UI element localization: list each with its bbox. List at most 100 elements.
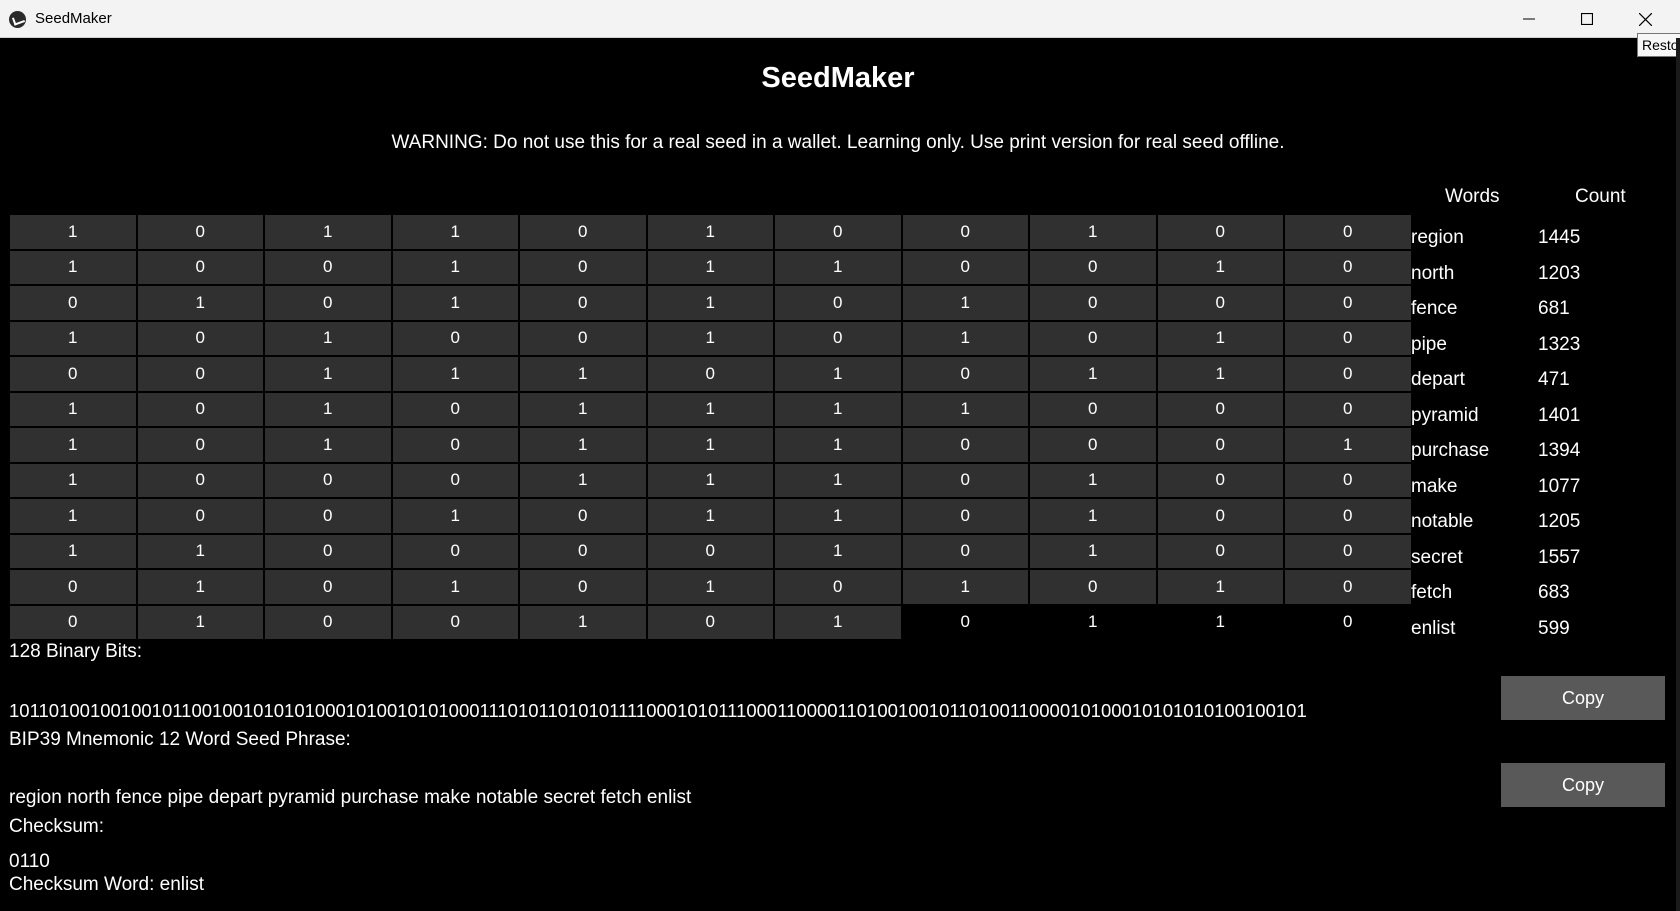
bit-toggle-button[interactable]: 0 xyxy=(902,428,1028,462)
bit-toggle-button[interactable]: 1 xyxy=(520,605,646,639)
bit-toggle-button[interactable]: 1 xyxy=(265,392,391,426)
bit-toggle-button[interactable]: 0 xyxy=(1030,392,1156,426)
bit-toggle-button[interactable]: 0 xyxy=(10,605,136,639)
bit-toggle-button[interactable]: 0 xyxy=(1285,286,1411,320)
bit-toggle-button[interactable]: 1 xyxy=(10,534,136,568)
bit-toggle-button[interactable]: 1 xyxy=(392,250,518,284)
bit-toggle-button[interactable]: 1 xyxy=(265,215,391,249)
bit-toggle-button[interactable]: 0 xyxy=(137,250,263,284)
bit-toggle-button[interactable]: 0 xyxy=(137,499,263,533)
bit-toggle-button[interactable]: 0 xyxy=(137,392,263,426)
bit-toggle-button[interactable]: 0 xyxy=(520,534,646,568)
bit-toggle-button[interactable]: 0 xyxy=(265,463,391,497)
bit-toggle-button[interactable]: 0 xyxy=(520,570,646,604)
bit-toggle-button[interactable]: 1 xyxy=(265,428,391,462)
bit-toggle-button[interactable]: 0 xyxy=(1285,357,1411,391)
bit-toggle-button[interactable]: 0 xyxy=(1285,321,1411,355)
bit-toggle-button[interactable]: 0 xyxy=(265,534,391,568)
bit-toggle-button[interactable]: 0 xyxy=(520,286,646,320)
bit-toggle-button[interactable]: 0 xyxy=(10,286,136,320)
bit-toggle-button[interactable]: 0 xyxy=(1285,570,1411,604)
bit-toggle-button[interactable]: 0 xyxy=(1157,428,1283,462)
bit-toggle-button[interactable]: 0 xyxy=(902,499,1028,533)
bit-toggle-button[interactable]: 0 xyxy=(775,215,901,249)
bit-toggle-button[interactable]: 1 xyxy=(392,499,518,533)
bit-toggle-button[interactable]: 1 xyxy=(775,534,901,568)
bit-toggle-button[interactable]: 1 xyxy=(1157,321,1283,355)
maximize-button[interactable] xyxy=(1558,0,1616,38)
bit-toggle-button[interactable]: 1 xyxy=(10,392,136,426)
bit-toggle-button[interactable]: 1 xyxy=(647,499,773,533)
minimize-button[interactable] xyxy=(1500,0,1558,38)
bit-toggle-button[interactable]: 0 xyxy=(1285,215,1411,249)
bit-toggle-button[interactable]: 0 xyxy=(775,286,901,320)
bit-toggle-button[interactable]: 1 xyxy=(775,250,901,284)
bit-toggle-button[interactable]: 1 xyxy=(520,463,646,497)
bit-toggle-button[interactable]: 0 xyxy=(1157,499,1283,533)
bit-toggle-button[interactable]: 1 xyxy=(137,534,263,568)
bit-toggle-button[interactable]: 1 xyxy=(1030,215,1156,249)
bit-toggle-button[interactable]: 0 xyxy=(265,499,391,533)
bit-toggle-button[interactable]: 1 xyxy=(265,321,391,355)
bit-toggle-button[interactable]: 1 xyxy=(10,463,136,497)
bit-toggle-button[interactable]: 0 xyxy=(265,570,391,604)
bit-toggle-button[interactable]: 0 xyxy=(520,499,646,533)
bit-toggle-button[interactable]: 1 xyxy=(775,357,901,391)
bit-toggle-button[interactable]: 0 xyxy=(1030,428,1156,462)
bit-toggle-button[interactable]: 0 xyxy=(520,250,646,284)
bit-toggle-button[interactable]: 0 xyxy=(265,286,391,320)
bit-toggle-button[interactable]: 1 xyxy=(647,286,773,320)
bit-toggle-button[interactable]: 1 xyxy=(392,357,518,391)
bit-toggle-button[interactable]: 1 xyxy=(647,321,773,355)
bit-toggle-button[interactable]: 0 xyxy=(137,428,263,462)
bit-toggle-button[interactable]: 0 xyxy=(137,463,263,497)
bit-toggle-button[interactable]: 0 xyxy=(392,605,518,639)
bit-toggle-button[interactable]: 0 xyxy=(902,463,1028,497)
copy-mnemonic-button[interactable]: Copy xyxy=(1501,763,1665,807)
bit-toggle-button[interactable]: 1 xyxy=(902,570,1028,604)
bit-toggle-button[interactable]: 1 xyxy=(520,428,646,462)
bit-toggle-button[interactable]: 0 xyxy=(392,321,518,355)
bit-toggle-button[interactable]: 1 xyxy=(775,392,901,426)
bit-toggle-button[interactable]: 0 xyxy=(775,570,901,604)
bit-toggle-button[interactable]: 0 xyxy=(902,215,1028,249)
bit-toggle-button[interactable]: 0 xyxy=(137,215,263,249)
bit-toggle-button[interactable]: 1 xyxy=(265,357,391,391)
bit-toggle-button[interactable]: 1 xyxy=(1030,357,1156,391)
bit-toggle-button[interactable]: 0 xyxy=(1157,534,1283,568)
bit-toggle-button[interactable]: 1 xyxy=(10,250,136,284)
bit-toggle-button[interactable]: 1 xyxy=(647,570,773,604)
bit-toggle-button[interactable]: 1 xyxy=(775,428,901,462)
bit-toggle-button[interactable]: 1 xyxy=(647,392,773,426)
bit-toggle-button[interactable]: 0 xyxy=(1285,463,1411,497)
bit-toggle-button[interactable]: 1 xyxy=(902,392,1028,426)
bit-toggle-button[interactable]: 0 xyxy=(392,463,518,497)
bit-toggle-button[interactable]: 1 xyxy=(392,570,518,604)
bit-toggle-button[interactable]: 1 xyxy=(647,428,773,462)
bit-toggle-button[interactable]: 0 xyxy=(1030,570,1156,604)
bit-toggle-button[interactable]: 0 xyxy=(1157,463,1283,497)
bit-toggle-button[interactable]: 1 xyxy=(1030,463,1156,497)
bit-toggle-button[interactable]: 0 xyxy=(1030,286,1156,320)
bit-toggle-button[interactable]: 0 xyxy=(902,250,1028,284)
bit-toggle-button[interactable]: 1 xyxy=(1030,499,1156,533)
bit-toggle-button[interactable]: 0 xyxy=(265,605,391,639)
bit-toggle-button[interactable]: 0 xyxy=(1157,286,1283,320)
bit-toggle-button[interactable]: 0 xyxy=(902,357,1028,391)
bit-toggle-button[interactable]: 1 xyxy=(775,499,901,533)
bit-toggle-button[interactable]: 1 xyxy=(1157,357,1283,391)
bit-toggle-button[interactable]: 1 xyxy=(902,286,1028,320)
bit-toggle-button[interactable]: 1 xyxy=(137,570,263,604)
bit-toggle-button[interactable]: 0 xyxy=(647,357,773,391)
bit-toggle-button[interactable]: 1 xyxy=(520,357,646,391)
bit-toggle-button[interactable]: 0 xyxy=(520,215,646,249)
bit-toggle-button[interactable]: 0 xyxy=(902,534,1028,568)
bit-toggle-button[interactable]: 0 xyxy=(1285,534,1411,568)
bit-toggle-button[interactable]: 1 xyxy=(647,250,773,284)
bit-toggle-button[interactable]: 0 xyxy=(1157,392,1283,426)
bit-toggle-button[interactable]: 1 xyxy=(1030,534,1156,568)
bit-toggle-button[interactable]: 1 xyxy=(137,286,263,320)
bit-toggle-button[interactable]: 0 xyxy=(10,570,136,604)
bit-toggle-button[interactable]: 1 xyxy=(1157,250,1283,284)
bit-toggle-button[interactable]: 1 xyxy=(392,215,518,249)
